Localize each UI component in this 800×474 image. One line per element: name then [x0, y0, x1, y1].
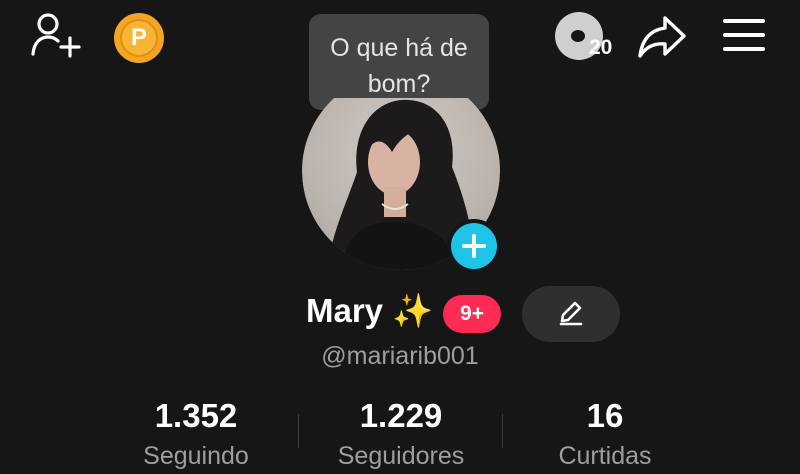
stat-likes[interactable]: 16 Curtidas [505, 396, 705, 474]
profile-views-button[interactable]: 20 [555, 12, 625, 62]
likes-count: 16 [586, 397, 624, 434]
following-label: Seguindo [143, 442, 249, 470]
edit-profile-button[interactable] [522, 286, 620, 342]
coins-icon[interactable]: P [114, 13, 164, 63]
add-story-button[interactable] [447, 219, 501, 273]
followers-label: Seguidores [337, 442, 465, 470]
following-count: 1.352 [154, 397, 238, 434]
stat-following[interactable]: 1.352 Seguindo [96, 396, 296, 474]
plus-icon [451, 223, 497, 269]
followers-count: 1.229 [359, 397, 443, 434]
menu-icon[interactable] [720, 15, 768, 57]
stat-divider [298, 414, 299, 448]
stat-divider [502, 414, 503, 448]
share-icon[interactable] [636, 12, 688, 62]
status-tooltip[interactable]: O que há de bom? [309, 14, 489, 110]
likes-label: Curtidas [558, 442, 652, 470]
profile-name: Mary ✨ [306, 292, 434, 329]
coin-letter: P [120, 19, 158, 57]
profile-handle: @mariarib001 [321, 342, 479, 370]
profile-views-count: 20 [589, 36, 613, 59]
stat-followers[interactable]: 1.229 Seguidores [301, 396, 501, 474]
pencil-icon [556, 297, 586, 332]
notification-badge[interactable]: 9+ [443, 295, 501, 333]
add-friend-icon[interactable] [28, 12, 84, 60]
